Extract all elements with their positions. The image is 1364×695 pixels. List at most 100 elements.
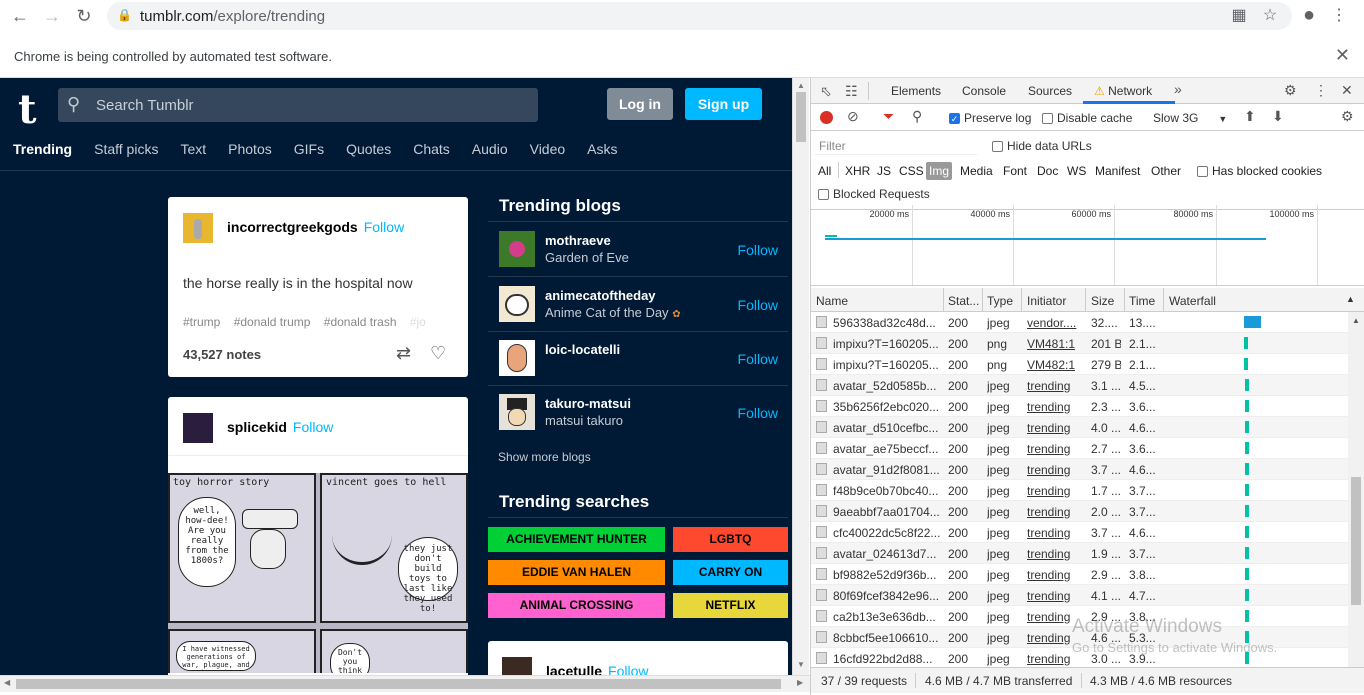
follow-button[interactable]: Follow — [738, 405, 778, 421]
blocked-requests-checkbox[interactable]: Blocked Requests — [818, 187, 930, 201]
cell-initiator[interactable]: trending — [1027, 379, 1082, 393]
record-icon[interactable] — [820, 111, 833, 124]
kebab-menu-icon[interactable]: ⋮ — [1314, 82, 1328, 99]
follow-link[interactable]: Follow — [293, 419, 333, 435]
type-filter-css[interactable]: CSS — [899, 164, 924, 178]
comic-image[interactable]: toy horror story well, how-dee! Are you … — [168, 473, 468, 673]
cell-initiator[interactable]: trending — [1027, 505, 1082, 519]
blog-name[interactable]: takuro-matsui — [545, 396, 631, 411]
blog-item[interactable]: animecatoftheday Anime Cat of the Day ✿ … — [488, 278, 788, 332]
close-icon[interactable]: ✕ — [1335, 45, 1350, 66]
type-filter-xhr[interactable]: XHR — [845, 164, 870, 178]
blog-avatar[interactable] — [499, 340, 535, 376]
request-row[interactable]: 9aeabbf7aa01704... 200 jpeg trending 2.0 ...… — [811, 501, 1364, 522]
tab-elements[interactable]: Elements — [891, 84, 941, 98]
blog-avatar[interactable] — [499, 394, 535, 430]
blog-item[interactable]: mothraeve Garden of Eve Follow — [488, 223, 788, 277]
column-header-type[interactable]: Type — [987, 294, 1013, 308]
request-row[interactable]: 80f69fcef3842e96... 200 jpeg trending 4.1 ..… — [811, 585, 1364, 606]
trending-search-button[interactable]: NETFLIX — [673, 593, 788, 618]
profile-avatar-icon[interactable]: ● — [1298, 4, 1320, 26]
cell-initiator[interactable]: trending — [1027, 589, 1082, 603]
filter-icon[interactable]: ⏷ — [883, 108, 894, 125]
preserve-log-checkbox[interactable]: ✓ Preserve log — [949, 111, 1031, 125]
cell-initiator[interactable]: vendor.... — [1027, 316, 1082, 330]
cell-initiator[interactable]: trending — [1027, 442, 1082, 456]
search-input[interactable]: ⚲ Search Tumblr — [58, 88, 538, 122]
blog-name[interactable]: mothraeve — [545, 233, 611, 248]
show-more-blogs-link[interactable]: Show more blogs — [498, 450, 591, 464]
type-filter-ws[interactable]: WS — [1067, 164, 1086, 178]
column-header-time[interactable]: Time — [1129, 294, 1155, 308]
tab-quotes[interactable]: Quotes — [346, 141, 391, 161]
type-filter-all[interactable]: All — [818, 164, 831, 178]
cell-initiator[interactable]: trending — [1027, 568, 1082, 582]
tab-audio[interactable]: Audio — [472, 141, 508, 161]
request-row[interactable]: impixu?T=160205... 200 png VM482:1 279 B 2.1.… — [811, 354, 1364, 375]
search-icon[interactable]: ⚲ — [912, 108, 922, 125]
tab-photos[interactable]: Photos — [228, 141, 272, 161]
tab-trending[interactable]: Trending — [13, 141, 72, 161]
tag[interactable]: #donald trump — [234, 315, 311, 329]
throttling-select[interactable]: Slow 3G ▼ — [1153, 111, 1227, 125]
disable-cache-checkbox[interactable]: Disable cache — [1042, 111, 1132, 125]
follow-button[interactable]: Follow — [738, 351, 778, 367]
username-link[interactable]: splicekid — [227, 419, 287, 435]
scrollbar-thumb[interactable] — [796, 92, 806, 142]
qr-code-icon[interactable]: ▦ — [1228, 4, 1250, 26]
reload-icon[interactable]: ↻ — [72, 4, 96, 28]
tag[interactable]: #jo — [410, 315, 426, 329]
tab-text[interactable]: Text — [180, 141, 206, 161]
scroll-right-icon[interactable]: ▶ — [797, 678, 803, 687]
trending-search-button[interactable]: ANIMAL CROSSING — [488, 593, 665, 618]
close-icon[interactable]: ✕ — [1341, 82, 1353, 99]
tab-console[interactable]: Console — [962, 84, 1006, 98]
request-row[interactable]: 596338ad32c48d... 200 jpeg vendor.... 32....… — [811, 312, 1364, 333]
cell-initiator[interactable]: trending — [1027, 484, 1082, 498]
menu-kebab-icon[interactable]: ⋮ — [1328, 4, 1350, 26]
request-row[interactable]: 35b6256f2ebc020... 200 jpeg trending 2.3 ...… — [811, 396, 1364, 417]
sort-arrow-icon[interactable]: ▲ — [1346, 294, 1355, 304]
inspect-element-icon[interactable]: ⬁ — [820, 83, 832, 100]
cell-initiator[interactable]: trending — [1027, 526, 1082, 540]
blog-avatar[interactable] — [499, 286, 535, 322]
more-tabs-chevron-icon[interactable]: » — [1174, 81, 1182, 97]
tab-asks[interactable]: Asks — [587, 141, 617, 161]
follow-button[interactable]: Follow — [738, 242, 778, 258]
blog-name[interactable]: animecatoftheday — [545, 288, 656, 303]
tab-video[interactable]: Video — [530, 141, 566, 161]
request-row[interactable]: cfc40022dc5c8f22... 200 jpeg trending 3.7 ..… — [811, 522, 1364, 543]
back-arrow-icon[interactable]: ← — [8, 4, 32, 28]
tab-staff-picks[interactable]: Staff picks — [94, 141, 158, 161]
heart-icon[interactable]: ♡ — [430, 343, 446, 364]
type-filter-doc[interactable]: Doc — [1037, 164, 1058, 178]
column-header-initiator[interactable]: Initiator — [1027, 294, 1066, 308]
page-horizontal-scrollbar[interactable]: ◀ ▶ — [0, 675, 810, 692]
request-row[interactable]: avatar_52d0585b... 200 jpeg trending 3.1 ...… — [811, 375, 1364, 396]
blog-name[interactable]: loic-locatelli — [545, 342, 620, 357]
request-row[interactable]: avatar_91d2f8081... 200 jpeg trending 3.7 ..… — [811, 459, 1364, 480]
scroll-down-icon[interactable]: ▼ — [797, 660, 805, 669]
request-row[interactable]: f48b9ce0b70bc40... 200 jpeg trending 1.7 ...… — [811, 480, 1364, 501]
column-header-status[interactable]: Stat... — [948, 294, 979, 308]
avatar[interactable] — [183, 413, 213, 443]
tab-gifs[interactable]: GIFs — [294, 141, 324, 161]
request-row[interactable]: avatar_ae75beccf... 200 jpeg trending 2.7 ..… — [811, 438, 1364, 459]
page-vertical-scrollbar[interactable]: ▲ ▼ — [792, 78, 809, 675]
avatar[interactable] — [183, 213, 213, 243]
scrollbar-thumb[interactable] — [16, 679, 781, 689]
tab-chats[interactable]: Chats — [413, 141, 450, 161]
follow-link[interactable]: Follow — [364, 219, 404, 235]
network-overview-timeline[interactable]: 20000 ms 40000 ms 60000 ms 80000 ms 1000… — [811, 205, 1364, 286]
cell-initiator[interactable]: trending — [1027, 463, 1082, 477]
requests-scrollbar[interactable]: ▲ — [1348, 312, 1364, 667]
blog-item[interactable]: loic-locatelli Follow — [488, 332, 788, 386]
cell-initiator[interactable]: trending — [1027, 400, 1082, 414]
tag[interactable]: #trump — [183, 315, 220, 329]
has-blocked-cookies-checkbox[interactable]: Has blocked cookies — [1197, 164, 1322, 178]
clear-icon[interactable]: ⊘ — [847, 108, 859, 125]
cell-initiator[interactable]: VM481:1 — [1027, 337, 1082, 351]
tab-network[interactable]: ⚠ Network — [1094, 84, 1152, 98]
tab-sources[interactable]: Sources — [1028, 84, 1072, 98]
hide-data-urls-checkbox[interactable]: Hide data URLs — [992, 139, 1092, 153]
